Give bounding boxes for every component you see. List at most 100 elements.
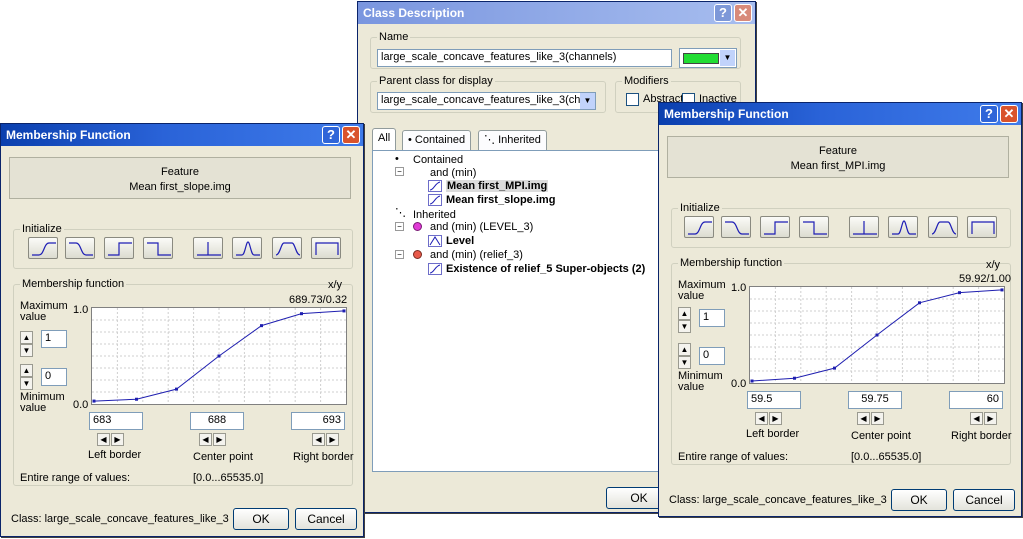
curve-point[interactable] bbox=[1000, 288, 1004, 292]
maximum-value-input[interactable]: 1 bbox=[699, 309, 725, 327]
ok-button[interactable]: OK bbox=[891, 489, 947, 511]
right-border-label: Right border bbox=[293, 451, 354, 463]
left-border-decrease[interactable]: ◀ bbox=[97, 433, 110, 446]
color-picker[interactable]: ▼ bbox=[679, 48, 737, 68]
parent-class-select[interactable]: large_scale_concave_features_like_3(chan… bbox=[377, 92, 596, 110]
left-border-decrease[interactable]: ◀ bbox=[755, 412, 768, 425]
max-down-spinner[interactable]: ▼ bbox=[20, 344, 33, 357]
tree-node-inherited[interactable]: Inherited bbox=[413, 209, 456, 221]
max-up-spinner[interactable]: ▲ bbox=[678, 307, 691, 320]
function-icon bbox=[428, 180, 442, 193]
membership-function-titlebar[interactable]: Membership Function ? ✕ bbox=[659, 103, 1021, 125]
tab-all[interactable]: All bbox=[372, 128, 397, 150]
singleton-button[interactable] bbox=[193, 237, 223, 259]
curve-point[interactable] bbox=[300, 312, 303, 316]
membership-function-label: Membership function bbox=[20, 278, 127, 290]
curve-point[interactable] bbox=[135, 397, 138, 401]
collapse-icon[interactable]: − bbox=[395, 167, 404, 176]
tree-node-and-relief[interactable]: and (min) (relief_3) bbox=[430, 249, 523, 261]
larger-than-boolean-button[interactable] bbox=[760, 216, 790, 238]
tree-item-mpi[interactable]: Mean first_MPI.img bbox=[428, 180, 549, 193]
left-border-input[interactable]: 683 bbox=[89, 412, 143, 430]
min-up-spinner[interactable]: ▲ bbox=[678, 343, 691, 356]
close-icon[interactable]: ✕ bbox=[734, 4, 752, 22]
approximate-gaussian-button[interactable] bbox=[232, 237, 262, 259]
collapse-icon[interactable]: − bbox=[395, 222, 404, 231]
curve-point[interactable] bbox=[217, 354, 221, 358]
abstract-checkbox[interactable] bbox=[626, 93, 639, 106]
membership-function-window-right: Membership Function ? ✕ Feature Mean fir… bbox=[658, 102, 1022, 517]
curve-point[interactable] bbox=[260, 324, 263, 328]
full-range-button[interactable] bbox=[311, 237, 341, 259]
tree-item-level[interactable]: Level bbox=[428, 235, 474, 248]
larger-than-boolean-button[interactable] bbox=[104, 237, 134, 259]
curve-point[interactable] bbox=[793, 376, 796, 380]
center-point-decrease[interactable]: ◀ bbox=[199, 433, 212, 446]
close-icon[interactable]: ✕ bbox=[342, 126, 360, 144]
right-border-decrease[interactable]: ◀ bbox=[312, 433, 325, 446]
membership-plot[interactable] bbox=[91, 307, 347, 405]
help-icon[interactable]: ? bbox=[980, 105, 998, 123]
min-up-spinner[interactable]: ▲ bbox=[20, 364, 33, 377]
cancel-button[interactable]: Cancel bbox=[295, 508, 357, 530]
membership-plot[interactable] bbox=[749, 286, 1005, 384]
tree-node-contained[interactable]: Contained bbox=[413, 154, 463, 166]
chevron-down-icon[interactable]: ▼ bbox=[720, 50, 735, 66]
minimum-value-input[interactable]: 0 bbox=[699, 347, 725, 365]
left-border-input[interactable]: 59.5 bbox=[747, 391, 801, 409]
full-range-button[interactable] bbox=[967, 216, 997, 238]
center-point-increase[interactable]: ▶ bbox=[871, 412, 884, 425]
center-point-input[interactable]: 688 bbox=[190, 412, 244, 430]
max-down-spinner[interactable]: ▼ bbox=[678, 320, 691, 333]
chevron-down-icon[interactable]: ▼ bbox=[580, 93, 595, 109]
help-icon[interactable]: ? bbox=[322, 126, 340, 144]
tab-inherited[interactable]: ⋱ Inherited bbox=[478, 130, 547, 150]
singleton-button[interactable] bbox=[849, 216, 879, 238]
larger-than-button[interactable] bbox=[28, 237, 58, 259]
right-border-increase[interactable]: ▶ bbox=[984, 412, 997, 425]
curve-point[interactable] bbox=[833, 366, 836, 370]
smaller-than-button[interactable] bbox=[721, 216, 751, 238]
help-icon[interactable]: ? bbox=[714, 4, 732, 22]
class-name-input[interactable]: large_scale_concave_features_like_3(chan… bbox=[377, 49, 672, 67]
right-border-increase[interactable]: ▶ bbox=[326, 433, 339, 446]
larger-than-button[interactable] bbox=[684, 216, 714, 238]
center-point-increase[interactable]: ▶ bbox=[213, 433, 226, 446]
cancel-button[interactable]: Cancel bbox=[953, 489, 1015, 511]
approximate-gaussian-button[interactable] bbox=[888, 216, 918, 238]
about-range-button[interactable] bbox=[272, 237, 302, 259]
curve-point[interactable] bbox=[918, 301, 921, 305]
curve-point[interactable] bbox=[958, 291, 961, 295]
collapse-icon[interactable]: − bbox=[395, 250, 404, 259]
smaller-than-button[interactable] bbox=[65, 237, 95, 259]
close-icon[interactable]: ✕ bbox=[1000, 105, 1018, 123]
right-border-input[interactable]: 60 bbox=[949, 391, 1003, 409]
curve-point[interactable] bbox=[875, 333, 879, 337]
right-border-decrease[interactable]: ◀ bbox=[970, 412, 983, 425]
curve-point[interactable] bbox=[92, 399, 96, 403]
smaller-than-boolean-button[interactable] bbox=[143, 237, 173, 259]
right-border-input[interactable]: 693 bbox=[291, 412, 345, 430]
ok-button[interactable]: OK bbox=[233, 508, 289, 530]
max-up-spinner[interactable]: ▲ bbox=[20, 331, 33, 344]
min-down-spinner[interactable]: ▼ bbox=[678, 356, 691, 369]
left-border-increase[interactable]: ▶ bbox=[769, 412, 782, 425]
about-range-button[interactable] bbox=[928, 216, 958, 238]
left-border-increase[interactable]: ▶ bbox=[111, 433, 124, 446]
tree-node-and-min[interactable]: and (min) bbox=[430, 167, 476, 179]
curve-point[interactable] bbox=[750, 379, 754, 383]
tree-node-and-level[interactable]: and (min) (LEVEL_3) bbox=[430, 221, 533, 233]
class-description-titlebar[interactable]: Class Description ? ✕ bbox=[358, 2, 755, 24]
center-point-decrease[interactable]: ◀ bbox=[857, 412, 870, 425]
smaller-than-boolean-button[interactable] bbox=[799, 216, 829, 238]
maximum-value-input[interactable]: 1 bbox=[41, 330, 67, 348]
curve-point[interactable] bbox=[175, 387, 178, 391]
tab-contained[interactable]: • Contained bbox=[402, 130, 472, 150]
tree-item-slope[interactable]: Mean first_slope.img bbox=[428, 194, 555, 207]
center-point-input[interactable]: 59.75 bbox=[848, 391, 902, 409]
minimum-value-input[interactable]: 0 bbox=[41, 368, 67, 386]
membership-function-titlebar[interactable]: Membership Function ? ✕ bbox=[1, 124, 363, 146]
tree-item-existence[interactable]: Existence of relief_5 Super-objects (2) bbox=[428, 263, 645, 276]
min-down-spinner[interactable]: ▼ bbox=[20, 377, 33, 390]
curve-point[interactable] bbox=[342, 309, 346, 313]
